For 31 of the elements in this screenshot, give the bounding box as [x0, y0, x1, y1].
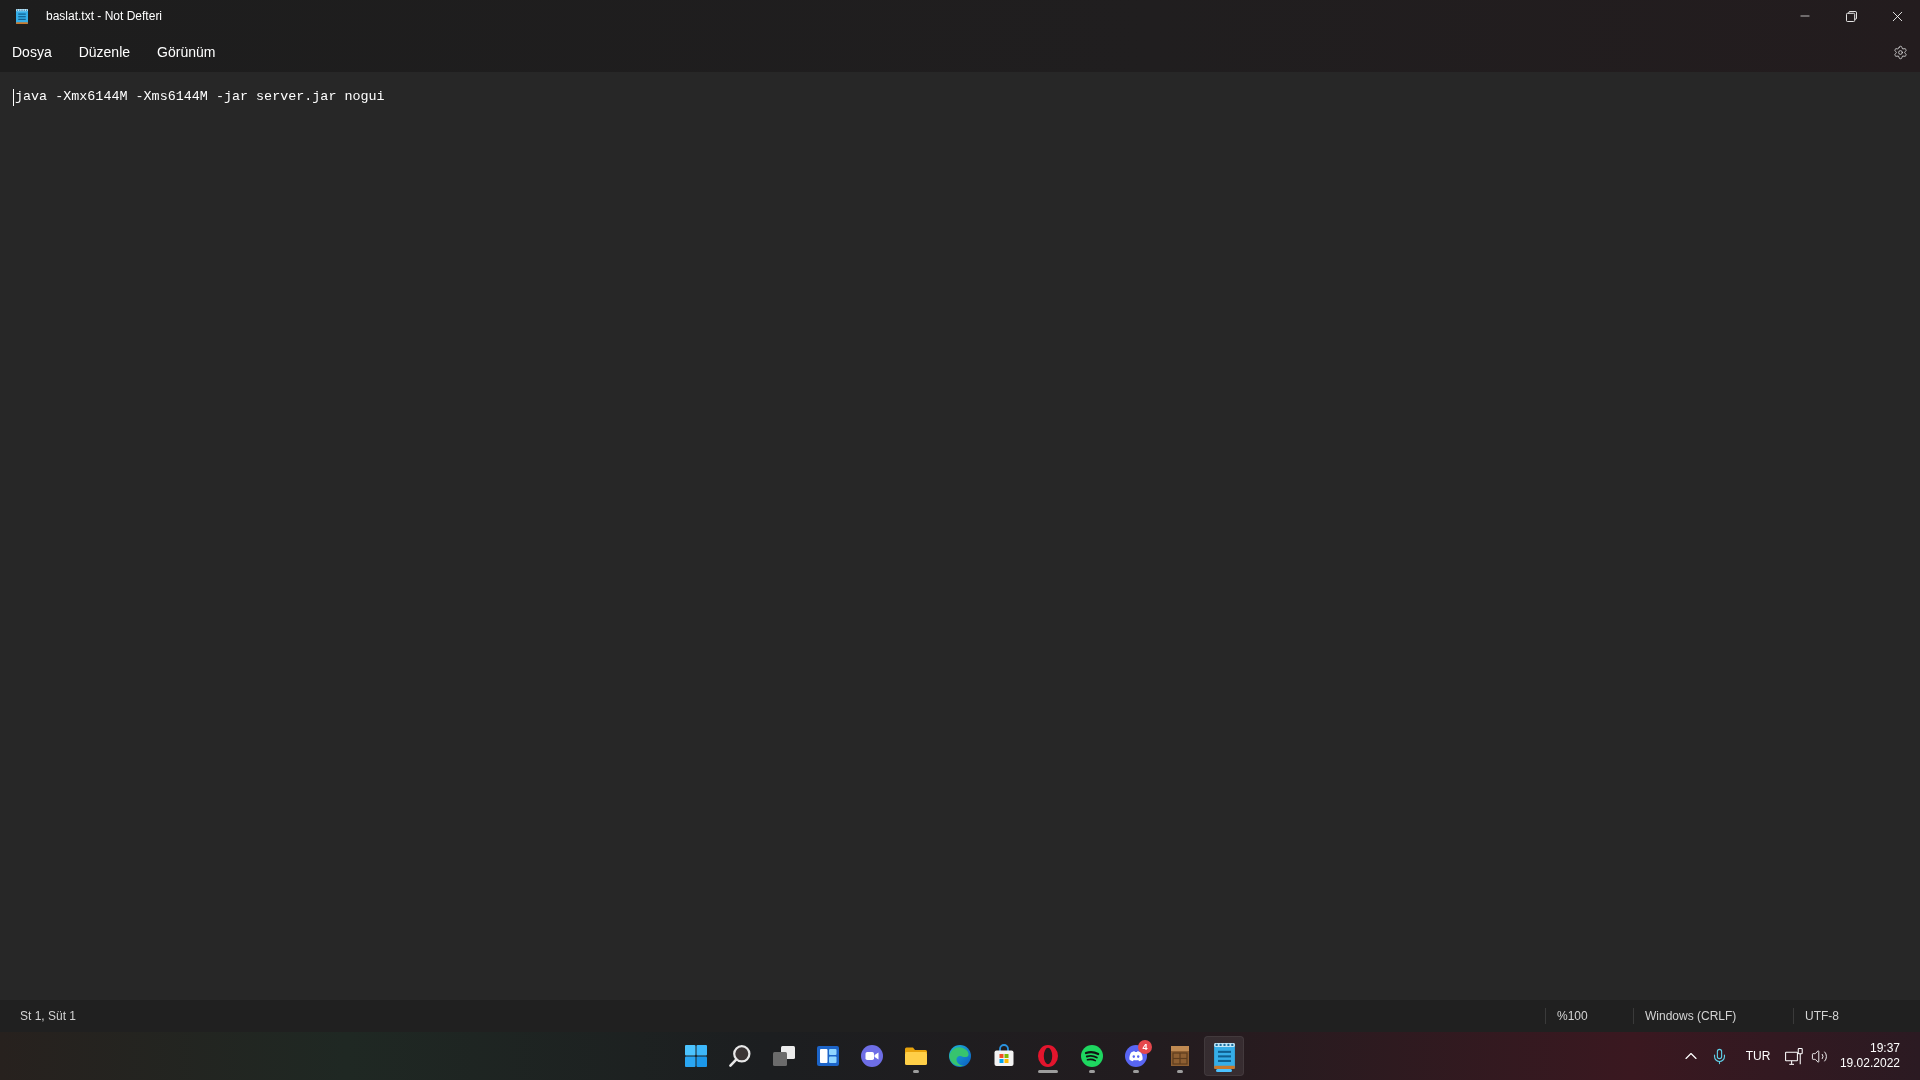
restore-icon [1845, 10, 1857, 22]
speaker-icon [1810, 1047, 1828, 1065]
line-ending-text: Windows (CRLF) [1645, 1009, 1737, 1023]
wooden-block-icon [1168, 1044, 1192, 1068]
settings-icon [1892, 44, 1908, 60]
notification-badge: 4 [1138, 1040, 1152, 1054]
menu-item[interactable]: Dosya [0, 36, 64, 68]
encoding-text: UTF-8 [1805, 1009, 1839, 1023]
wave-circle-icon [948, 1044, 972, 1068]
cursor-position-text: St 1, Süt 1 [20, 1008, 77, 1025]
ring-icon [1036, 1044, 1060, 1068]
language-button[interactable]: TUR [1742, 1040, 1774, 1072]
text-cursor [13, 88, 14, 106]
taskbar-app-button[interactable] [1204, 1036, 1244, 1076]
overlapping-squares-icon [772, 1044, 796, 1068]
clock-button[interactable]: 19:37 19.02.2022 [1840, 1036, 1900, 1076]
taskbar-app-button[interactable]: 4 [1116, 1036, 1156, 1076]
monitor-network-icon [1785, 1047, 1803, 1065]
search-icon [728, 1044, 752, 1068]
video-camera-icon [860, 1044, 884, 1068]
zoom-level-text: %100 [1557, 1009, 1588, 1023]
menu-item[interactable]: Görünüm [145, 36, 228, 68]
editor-line: java -Xmx6144M -Xms6144M -jar server.jar nogui [15, 88, 385, 106]
panels-icon [816, 1044, 840, 1068]
notepad-icon [16, 8, 28, 24]
shopping-bag-icon [992, 1044, 1016, 1068]
sound-waves-circle-icon [1080, 1044, 1104, 1068]
four-squares-icon [684, 1044, 708, 1068]
menu-item[interactable]: Düzenle [66, 36, 143, 68]
window-title: baslat.txt - Not Defteri [46, 8, 163, 25]
notepad-icon [1213, 1043, 1235, 1069]
